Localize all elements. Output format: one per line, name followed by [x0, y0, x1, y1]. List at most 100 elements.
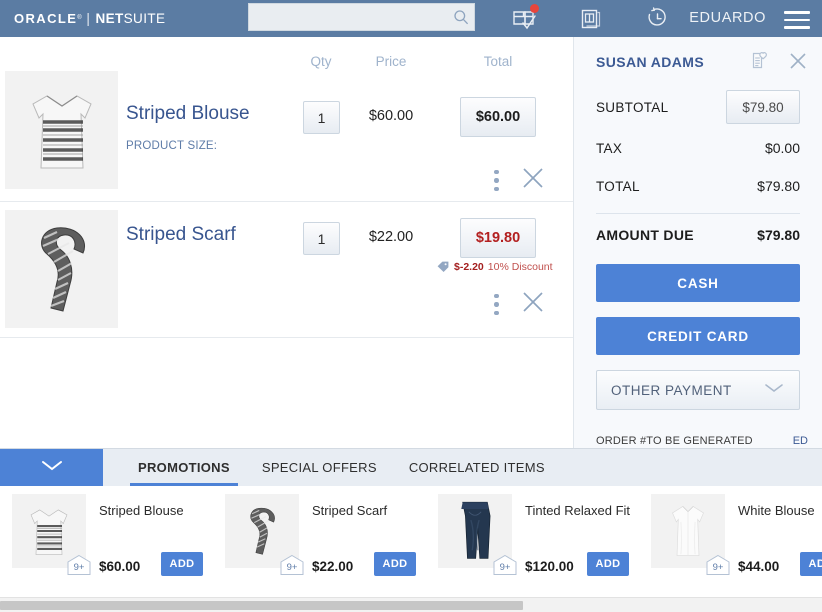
summary-row-amount-due: AMOUNT DUE $79.80 — [596, 214, 800, 256]
other-payment-dropdown[interactable]: OTHER PAYMENT — [596, 370, 800, 410]
amount-due-value: $79.80 — [757, 227, 800, 243]
chevron-down-icon — [763, 381, 785, 399]
discount-amount: $-2.20 — [454, 261, 484, 273]
add-to-cart-button[interactable]: ADD — [800, 552, 822, 576]
oracle-netsuite-logo: ORACLE ® | NET SUITE — [14, 11, 165, 26]
carousel-card: 9+ Tinted Relaxed Fit $120.00 ADD — [426, 486, 639, 596]
cart-item-qty-input[interactable]: 1 — [303, 222, 340, 255]
cart-item-actions — [494, 166, 545, 195]
order-number-row: ORDER #TO BE GENERATED ED — [596, 435, 808, 447]
summary-row-total: TOTAL $79.80 — [596, 167, 800, 205]
carousel-card-price: $44.00 — [738, 559, 780, 574]
app-header: ORACLE ® | NET SUITE EDUARDO — [0, 0, 822, 37]
cart-item-name[interactable]: Striped Blouse — [126, 103, 250, 125]
recommendations-tabbar: PROMOTIONS SPECIAL OFFERS CORRELATED ITE… — [0, 448, 822, 486]
cart-line-item: Striped Blouse PRODUCT SIZE: 1 $60.00 $6… — [0, 63, 573, 202]
logo-registered-mark: ® — [77, 15, 83, 21]
notification-badge — [530, 4, 539, 13]
carousel-card-name[interactable]: Striped Blouse — [99, 503, 184, 518]
subtotal-label: SUBTOTAL — [596, 99, 669, 115]
cart-item-qty-input[interactable]: 1 — [303, 101, 340, 134]
tab-group: PROMOTIONS SPECIAL OFFERS CORRELATED ITE… — [122, 449, 561, 486]
logo-separator: | — [86, 11, 91, 26]
cart-item-actions — [494, 290, 545, 319]
remove-item-icon[interactable] — [521, 166, 545, 195]
customer-header: SUSAN ADAMS — [574, 37, 822, 85]
global-search[interactable] — [248, 3, 475, 31]
logo-net-text: NET — [95, 11, 124, 26]
order-number-label: ORDER #TO BE GENERATED — [596, 435, 753, 447]
header-icon-group — [492, 0, 690, 37]
cart-item-discount: $-2.20 10% Discount — [436, 260, 553, 274]
summary-row-tax: TAX $0.00 — [596, 129, 800, 167]
logo-suite-text: SUITE — [123, 11, 166, 26]
stock-count: 9+ — [712, 562, 724, 573]
stock-count: 9+ — [286, 562, 298, 573]
discount-label: 10% Discount — [487, 261, 553, 273]
stock-badge: 9+ — [66, 554, 92, 576]
cart-line-item: Striped Scarf 1 $22.00 $19.80 $-2.20 10%… — [0, 202, 573, 338]
amount-due-label: AMOUNT DUE — [596, 227, 694, 243]
cart-column-headers: Qty Price Total — [0, 37, 573, 69]
product-carousel[interactable]: 9+ Striped Blouse $60.00 ADD 9+ Striped … — [0, 486, 822, 596]
order-employee-label: ED — [792, 435, 808, 447]
scrollbar-thumb[interactable] — [0, 601, 523, 610]
carousel-card: 9+ White Blouse $44.00 ADD — [639, 486, 822, 596]
cart-item-price: $22.00 — [368, 229, 414, 245]
collapse-panel-button[interactable] — [0, 449, 103, 486]
user-name-label[interactable]: EDUARDO — [689, 10, 766, 26]
discount-tag-icon — [437, 261, 449, 272]
history-clock-icon[interactable] — [624, 0, 690, 37]
tab-correlated-items[interactable]: CORRELATED ITEMS — [393, 449, 561, 486]
chevron-down-icon — [37, 457, 67, 478]
carousel-card-name[interactable]: White Blouse — [738, 503, 815, 518]
horizontal-scrollbar[interactable] — [0, 597, 822, 612]
cart-item-total[interactable]: $19.80 — [460, 218, 536, 258]
tax-label: TAX — [596, 140, 623, 156]
summary-panel: SUSAN ADAMS SUBTOTAL $79.80 TAX $0.00 TO… — [573, 37, 822, 448]
carousel-card: 9+ Striped Blouse $60.00 ADD — [0, 486, 213, 596]
cart-item-sublabel: PRODUCT SIZE: — [126, 140, 218, 152]
carousel-card-price: $120.00 — [525, 559, 574, 574]
add-to-cart-button[interactable]: ADD — [374, 552, 416, 576]
subtotal-value[interactable]: $79.80 — [726, 90, 800, 124]
search-input[interactable] — [249, 4, 448, 30]
remove-item-icon[interactable] — [521, 290, 545, 319]
document-heart-icon[interactable] — [750, 51, 770, 76]
tax-value: $0.00 — [764, 140, 800, 156]
carousel-card: 9+ Striped Scarf $22.00 ADD — [213, 486, 426, 596]
stock-badge: 9+ — [492, 554, 518, 576]
cart-item-total[interactable]: $60.00 — [460, 97, 536, 137]
other-payment-label: OTHER PAYMENT — [611, 382, 732, 398]
panel-icon-group — [750, 51, 808, 76]
hamburger-menu-icon[interactable] — [784, 11, 810, 29]
close-icon[interactable] — [788, 51, 808, 76]
total-label: TOTAL — [596, 178, 640, 194]
pos-app: ORACLE ® | NET SUITE EDUARDO Qty Price T… — [0, 0, 822, 612]
add-to-cart-button[interactable]: ADD — [161, 552, 203, 576]
tab-promotions[interactable]: PROMOTIONS — [122, 449, 246, 486]
add-to-cart-button[interactable]: ADD — [587, 552, 629, 576]
cart-item-name[interactable]: Striped Scarf — [126, 224, 236, 246]
more-options-icon[interactable] — [494, 293, 499, 316]
stock-count: 9+ — [73, 562, 85, 573]
carousel-card-name[interactable]: Striped Scarf — [312, 503, 387, 518]
hold-transaction-icon[interactable] — [558, 0, 624, 37]
customer-name[interactable]: SUSAN ADAMS — [596, 54, 704, 70]
stock-count: 9+ — [499, 562, 511, 573]
striped-blouse-thumb — [5, 71, 118, 189]
more-options-icon[interactable] — [494, 169, 499, 192]
search-icon[interactable] — [448, 9, 474, 25]
cash-button[interactable]: CASH — [596, 264, 800, 302]
package-check-icon[interactable] — [492, 0, 558, 37]
stock-badge: 9+ — [279, 554, 305, 576]
summary-row-subtotal: SUBTOTAL $79.80 — [596, 85, 800, 129]
carousel-card-name[interactable]: Tinted Relaxed Fit — [525, 503, 630, 518]
carousel-card-price: $22.00 — [312, 559, 354, 574]
credit-card-button[interactable]: CREDIT CARD — [596, 317, 800, 355]
tab-special-offers[interactable]: SPECIAL OFFERS — [246, 449, 393, 486]
total-value: $79.80 — [757, 178, 800, 194]
carousel-card-price: $60.00 — [99, 559, 141, 574]
cart-item-price: $60.00 — [368, 108, 414, 124]
striped-scarf-thumb — [5, 210, 118, 328]
